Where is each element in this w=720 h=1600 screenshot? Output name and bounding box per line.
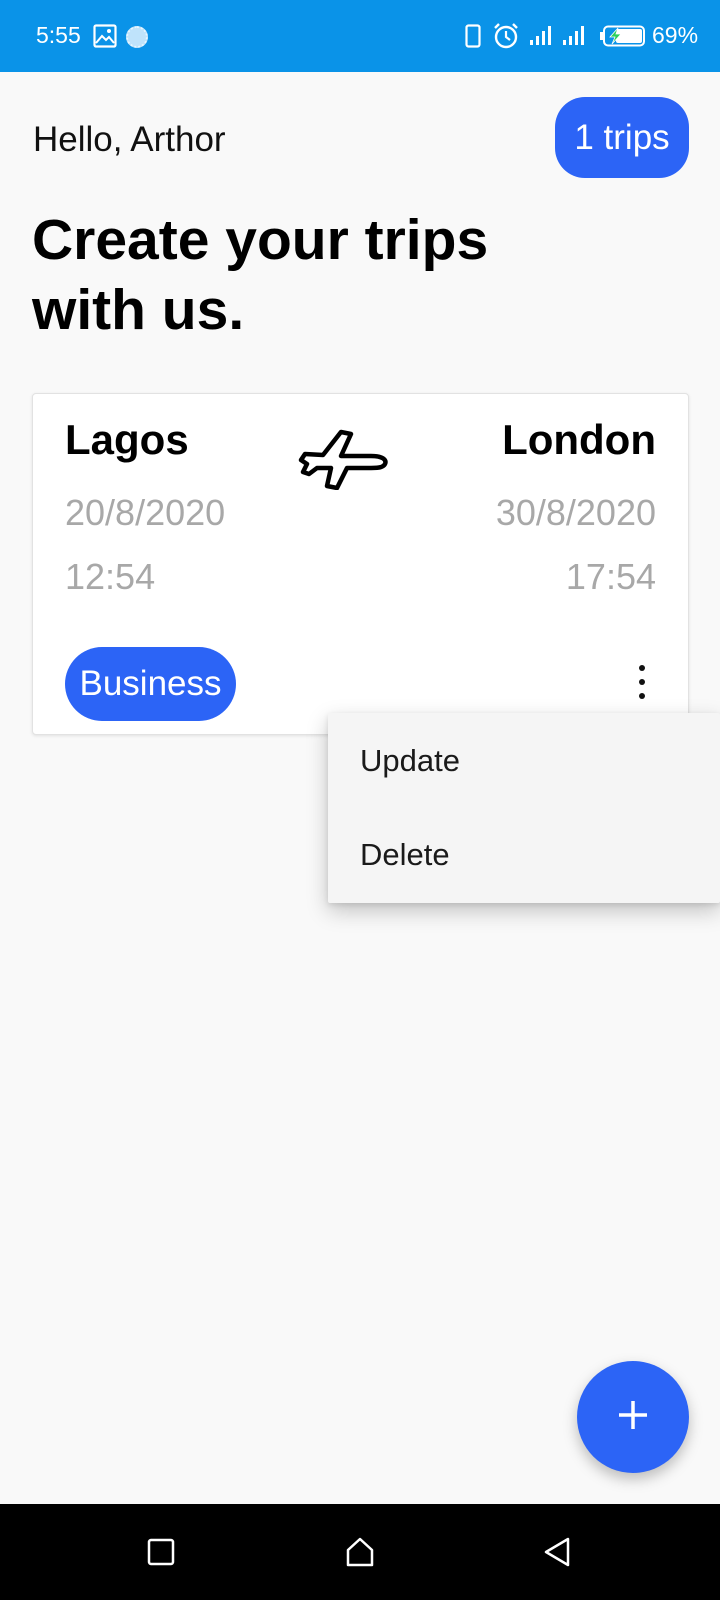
plus-icon xyxy=(616,1398,650,1437)
travel-class-badge: Business xyxy=(65,647,236,721)
home-icon[interactable] xyxy=(345,1536,375,1573)
trip-options-menu: Update Delete xyxy=(328,713,720,903)
screen: 5:55 69% Hello, Arthor 1 trips Create yo… xyxy=(0,0,720,1600)
more-vert-icon[interactable] xyxy=(633,664,651,700)
battery-percent: 69% xyxy=(652,22,699,48)
phone-icon xyxy=(465,24,481,53)
airplane-icon xyxy=(297,424,393,495)
greeting-text: Hello, Arthor xyxy=(33,120,226,159)
page-title: Create your trips with us. xyxy=(32,208,489,342)
destination-city: London xyxy=(502,416,656,463)
arrival-date: 30/8/2020 xyxy=(495,492,656,533)
recents-icon[interactable] xyxy=(147,1538,175,1571)
back-icon[interactable] xyxy=(543,1536,571,1573)
signal-icon xyxy=(563,24,591,51)
menu-item-delete[interactable]: Delete xyxy=(360,837,450,873)
trips-count-badge[interactable]: 1 trips xyxy=(555,97,689,178)
status-bar: 5:55 69% xyxy=(0,0,720,72)
alarm-icon xyxy=(492,22,520,55)
status-time: 5:55 xyxy=(36,22,81,48)
departure-date: 20/8/2020 xyxy=(65,492,226,533)
sync-icon xyxy=(126,26,148,48)
departure-time: 12:54 xyxy=(65,556,156,597)
arrival-time: 17:54 xyxy=(565,556,656,597)
menu-item-update[interactable]: Update xyxy=(360,743,460,779)
image-icon xyxy=(93,24,117,53)
signal-icon xyxy=(530,24,558,51)
add-trip-button[interactable] xyxy=(577,1361,689,1473)
origin-city: Lagos xyxy=(65,416,189,463)
trip-card[interactable]: Lagos London 20/8/2020 30/8/2020 12:54 1… xyxy=(32,393,689,735)
navigation-bar xyxy=(0,1504,720,1600)
battery-charging-icon xyxy=(600,25,646,52)
